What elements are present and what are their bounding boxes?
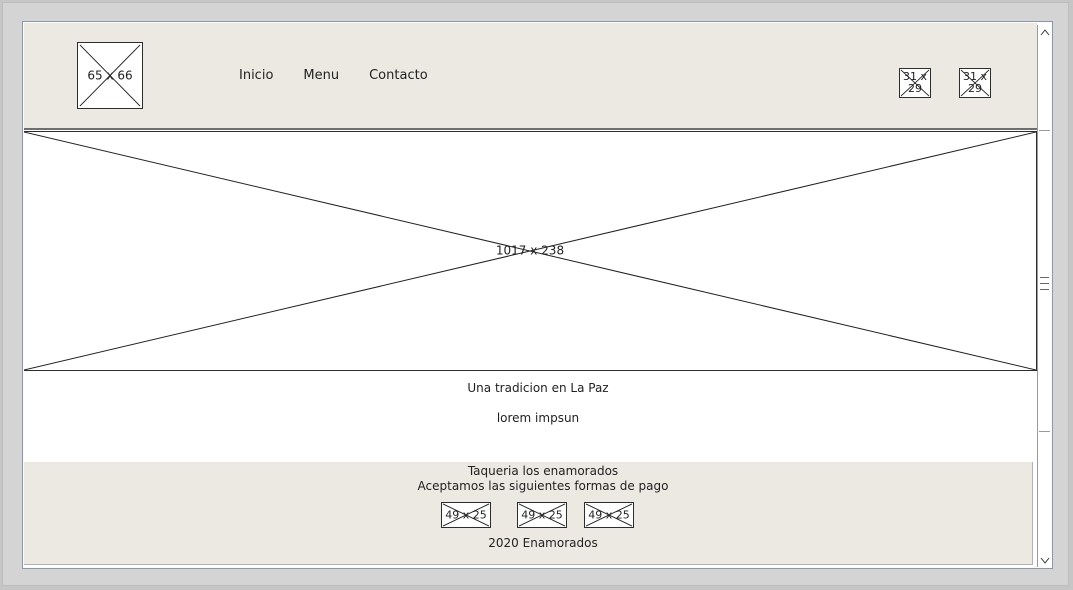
body-text: lorem impsun bbox=[496, 411, 580, 425]
payment-icon-placeholder-2: 49 x 25 bbox=[517, 502, 567, 528]
social-icon-placeholder-2[interactable]: 31 x 29 bbox=[959, 68, 991, 98]
nav-link-inicio[interactable]: Inicio bbox=[239, 68, 273, 83]
social-icon-1-dims-label: 31 x 29 bbox=[902, 70, 927, 95]
tagline-text: Una tradicion en La Paz bbox=[467, 381, 609, 395]
logo-image-placeholder[interactable]: 65 x 66 bbox=[77, 42, 143, 109]
scroll-grip-line-3 bbox=[1040, 289, 1049, 290]
chevron-down-icon[interactable] bbox=[1039, 554, 1051, 566]
copyright-text: 2020 Enamorados bbox=[488, 536, 598, 550]
payment-icon-1-dims-label: 49 x 25 bbox=[445, 508, 487, 522]
hero-dims-label: 1017 x 238 bbox=[495, 243, 565, 258]
nav-link-contacto[interactable]: Contacto bbox=[369, 68, 428, 83]
payment-icon-2-dims-label: 49 x 25 bbox=[521, 508, 563, 522]
social-icon-2-dims-label: 31 x 29 bbox=[962, 70, 987, 95]
scroll-grip-line-2 bbox=[1040, 283, 1049, 284]
nav-link-menu[interactable]: Menu bbox=[303, 68, 339, 83]
site-header: 65 x 66 Inicio Menu Contacto 31 x 29 31 … bbox=[23, 22, 1037, 129]
scrollbar-thumb[interactable] bbox=[1039, 130, 1050, 432]
payment-icon-placeholder-1: 49 x 25 bbox=[441, 502, 491, 528]
social-icon-placeholder-1[interactable]: 31 x 29 bbox=[899, 68, 931, 98]
chevron-up-icon[interactable] bbox=[1039, 27, 1051, 39]
payment-icon-placeholder-3: 49 x 25 bbox=[584, 502, 634, 528]
footer-title: Taqueria los enamorados bbox=[467, 464, 619, 478]
wireframe-window: 65 x 66 Inicio Menu Contacto 31 x 29 31 … bbox=[22, 21, 1053, 569]
main-nav: Inicio Menu Contacto bbox=[239, 68, 458, 83]
payments-label: Aceptamos las siguientes formas de pago bbox=[417, 479, 669, 493]
logo-dims-label: 65 x 66 bbox=[87, 68, 133, 82]
vertical-scrollbar[interactable] bbox=[1037, 25, 1051, 568]
hero-image-placeholder[interactable]: 1017 x 238 bbox=[23, 131, 1037, 371]
site-footer: Taqueria los enamorados Aceptamos las si… bbox=[23, 462, 1033, 565]
payment-icon-3-dims-label: 49 x 25 bbox=[588, 508, 630, 522]
scroll-grip-line-1 bbox=[1040, 277, 1049, 278]
hero-top-rule bbox=[23, 128, 1039, 130]
